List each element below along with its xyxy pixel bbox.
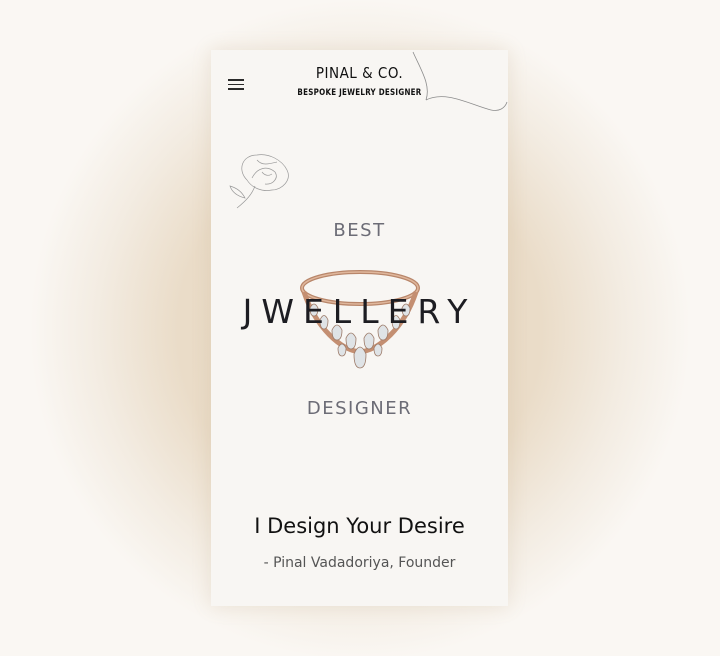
decorative-swirl-icon: [412, 51, 508, 111]
hero-line-designer: DESIGNER: [306, 398, 413, 419]
quote-text: I Design Your Desire: [254, 514, 465, 538]
quote-author: - Pinal Vadadoriya, Founder: [263, 555, 456, 571]
mobile-page: PINAL & CO. BESPOKE JEWELRY DESIGNER BES…: [211, 50, 508, 606]
hero-line-best: BEST: [333, 220, 386, 241]
flower-sketch-icon: [229, 154, 289, 209]
hero-line-jwellery: JWELLERY: [242, 292, 477, 331]
